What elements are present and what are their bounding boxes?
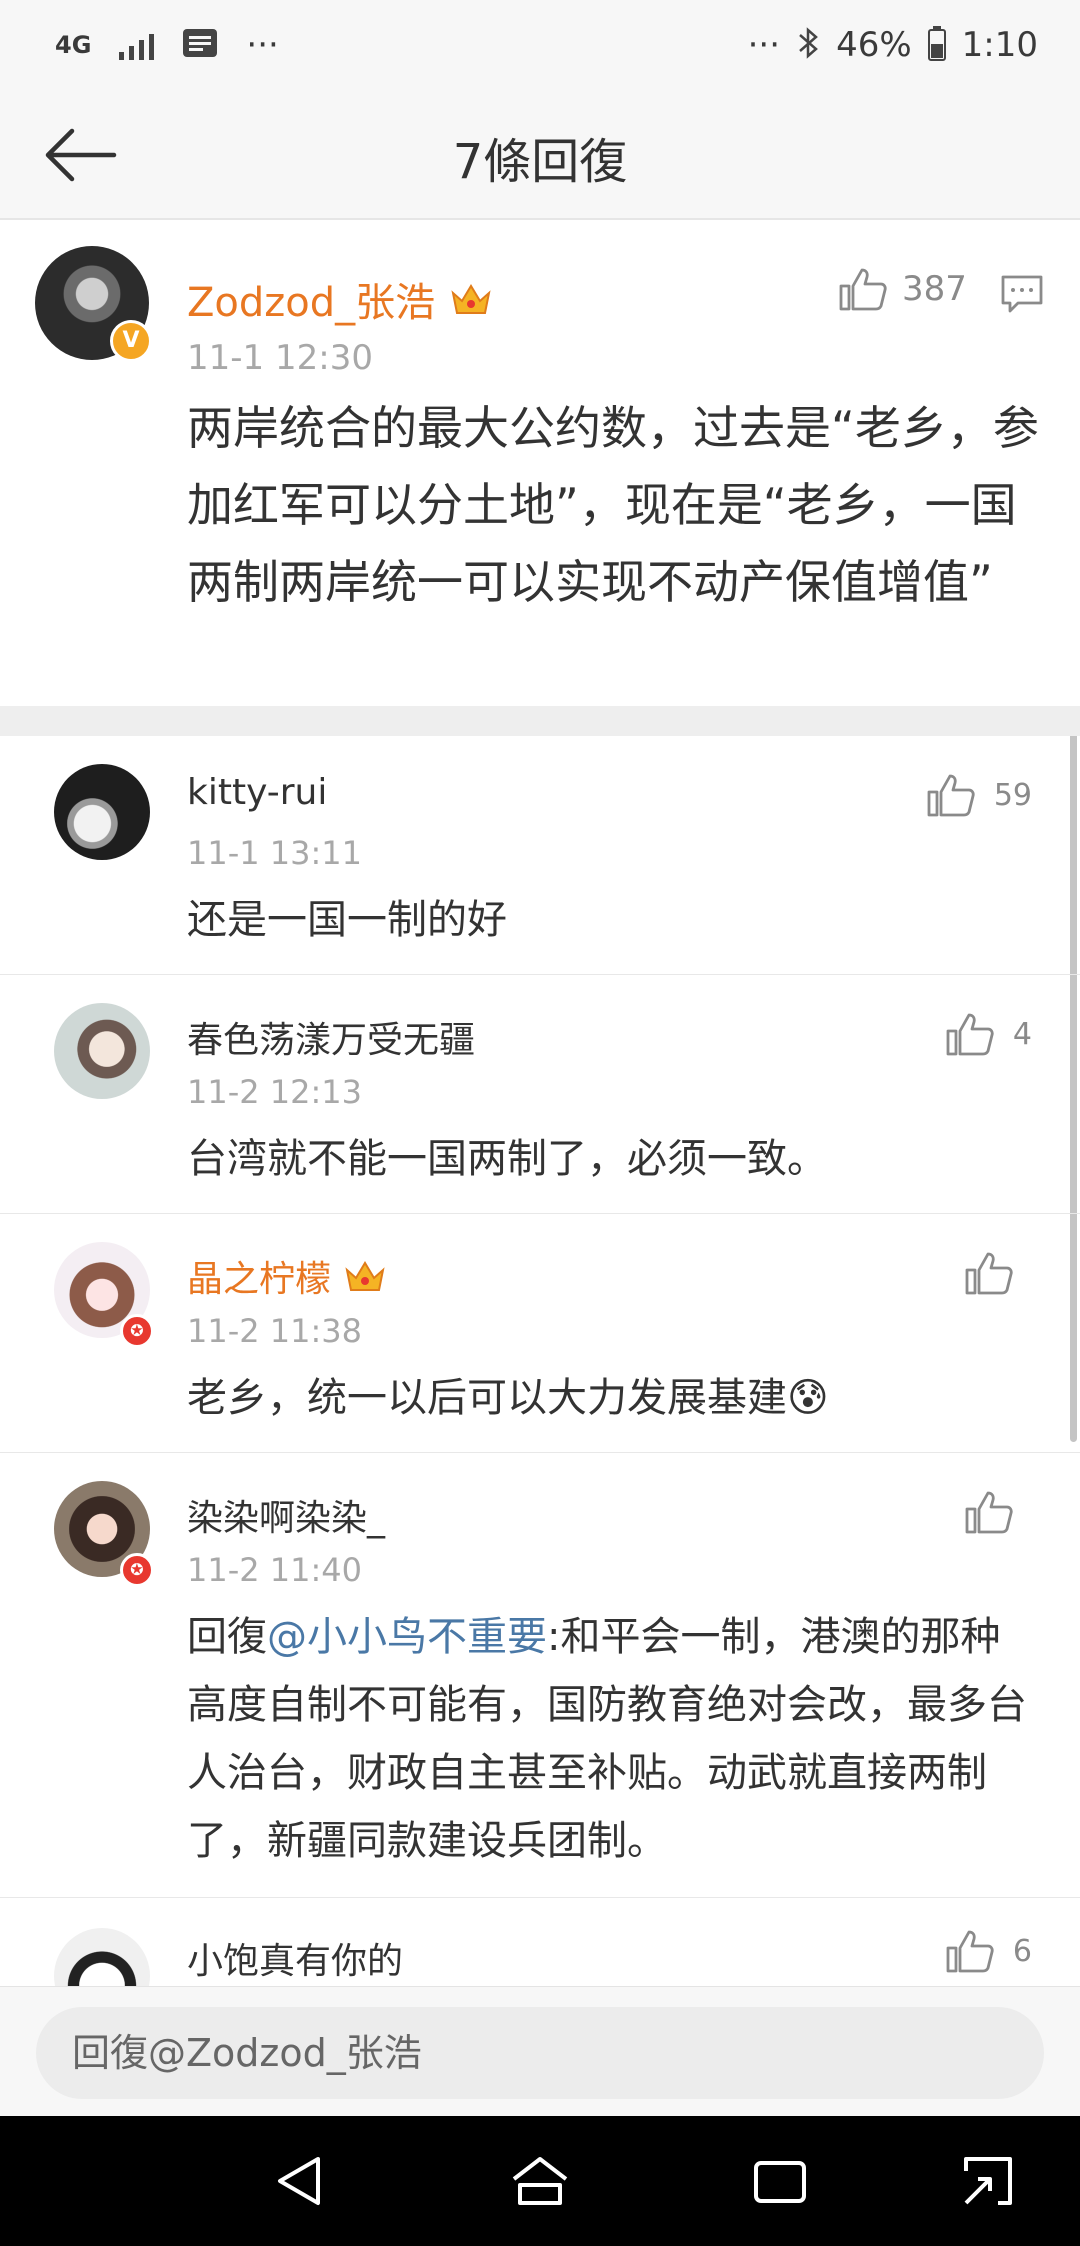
reply-input[interactable] [36,2007,1044,2099]
reply-author[interactable]: 晶之柠檬 [187,1250,387,1302]
nav-home-icon [512,2157,568,2205]
reply-author[interactable]: kitty-rui [187,772,327,813]
nav-recents-icon [754,2161,806,2203]
like-button[interactable] [964,1250,1032,1296]
thumbs-up-icon [965,1491,1013,1534]
member-badge: ✪ [120,1314,154,1348]
more-notifications: ··· [246,25,279,65]
nav-recents-button[interactable] [748,2149,812,2213]
reply-item[interactable]: 春色荡漾万受无疆 11-2 12:13 4 台湾就不能一国两制了，必须一致。 [0,975,1080,1214]
nav-rotate-icon [964,2157,1012,2205]
comment-icon [1001,275,1043,313]
comment-time: 11-1 12:30 [187,338,373,378]
bluetooth-icon [796,25,820,65]
reply-item[interactable]: 小饱真有你的 6 [0,1898,1080,1986]
avatar[interactable] [54,1928,150,1986]
reply-author[interactable]: 春色荡漾万受无疆 [187,1011,475,1063]
verified-badge: V [110,320,152,362]
nav-rotate-button[interactable] [956,2149,1020,2213]
page-title: 7條回復 [452,134,628,190]
clock: 1:10 [961,25,1038,65]
reply-author[interactable]: 染染啊染染_ [187,1489,385,1541]
like-button[interactable]: 6 [945,1928,1032,1974]
reply-time: 11-1 13:11 [187,834,363,872]
reply-prefix: 回復 [187,1614,267,1660]
author-name: 晶之柠檬 [187,1259,332,1300]
like-count: 387 [902,269,967,309]
thumbs-up-icon [946,1013,994,1056]
network-type: 4G [55,31,92,59]
notification-icon [182,28,218,62]
battery-icon [927,25,946,65]
header: 7條回復 [0,90,1080,220]
avatar[interactable] [54,764,150,860]
crown-icon [345,1261,385,1291]
like-button[interactable]: 4 [945,1011,1032,1057]
like-button[interactable]: 387 [838,266,967,312]
status-overflow: ··· [747,25,781,65]
status-bar: 4G ··· ··· 46% 1:10 [0,0,1080,90]
like-count: 59 [993,777,1032,813]
navigation-bar [0,2116,1080,2246]
nav-back-button[interactable] [268,2149,332,2213]
reply-bar [0,1986,1080,2117]
reply-item[interactable]: ✪ 晶之柠檬 11-2 11:38 老乡，统一以后可以大力发展基建😰 [0,1214,1080,1453]
reply-text: 回復@小小鸟不重要:和平会一制，港澳的那种高度自制不可能有，国防教育绝对会改，最… [187,1603,1037,1875]
reply-text: 老乡，统一以后可以大力发展基建😰 [187,1375,829,1421]
thumbs-up-icon [839,268,887,311]
mention-link[interactable]: @小小鸟不重要 [267,1614,547,1660]
reply-item[interactable]: ✪ 染染啊染染_ 11-2 11:40 回復@小小鸟不重要:和平会一制，港澳的那… [0,1453,1080,1898]
thumbs-up-icon [965,1252,1013,1295]
reply-time: 11-2 12:13 [187,1073,363,1111]
like-button[interactable] [964,1489,1032,1535]
reply-time: 11-2 11:40 [187,1551,363,1589]
reply-text: 台湾就不能一国两制了，必须一致。 [187,1136,827,1182]
crown-icon [451,284,491,314]
reply-time: 11-2 11:38 [187,1312,363,1350]
nav-home-button[interactable] [508,2149,572,2213]
main-comment-author[interactable]: Zodzod_张浩 [187,270,493,328]
signal-icon [119,30,155,60]
reply-author[interactable]: 小饱真有你的 [187,1932,403,1984]
thumbs-up-icon [927,774,975,817]
reply-item[interactable]: kitty-rui 11-1 13:11 59 还是一国一制的好 [0,736,1080,975]
nav-back-icon [278,2157,320,2205]
avatar[interactable] [54,1003,150,1099]
battery-percent: 46% [836,25,912,65]
thumbs-up-icon [946,1930,994,1973]
section-divider [0,706,1080,736]
comment-thread: V Zodzod_张浩 11-1 12:30 387 两岸统合的最大公约数，过去… [0,220,1080,1986]
like-count: 4 [1012,1016,1032,1052]
main-comment: V Zodzod_张浩 11-1 12:30 387 两岸统合的最大公约数，过去… [0,220,1080,706]
like-button[interactable]: 59 [926,772,1032,818]
author-name: Zodzod_张浩 [187,280,436,326]
like-count: 6 [1012,1933,1032,1969]
comment-text: 两岸统合的最大公约数，过去是“老乡，参加红军可以分土地”，现在是“老乡，一国两制… [187,401,1039,609]
reply-text: 还是一国一制的好 [187,897,507,943]
member-badge: ✪ [120,1553,154,1587]
comment-button[interactable] [1000,274,1044,314]
